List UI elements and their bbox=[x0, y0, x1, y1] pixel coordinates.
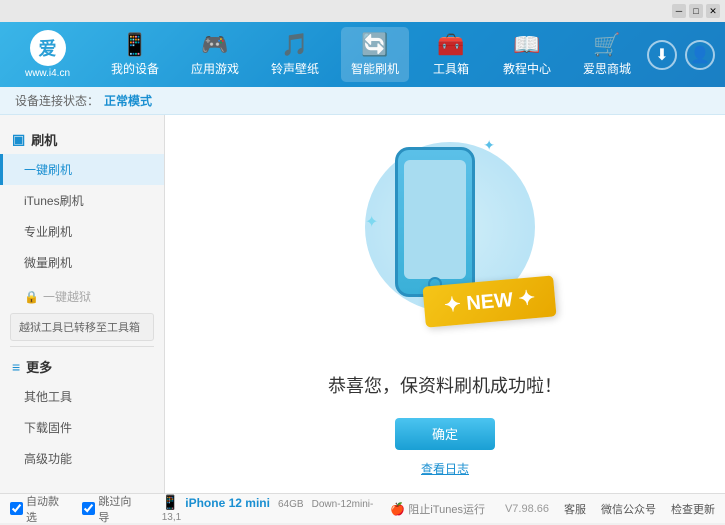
nav-store-icon: 🛒 bbox=[593, 32, 620, 58]
nav-apps-icon: 🎮 bbox=[201, 32, 228, 58]
sidebar-item-firmware[interactable]: 下载固件 bbox=[0, 412, 164, 443]
nav-tutorials-label: 教程中心 bbox=[503, 60, 551, 77]
confirm-button[interactable]: 确定 bbox=[395, 418, 495, 450]
nav-toolbox-icon: 🧰 bbox=[437, 32, 464, 58]
support-link[interactable]: 客服 bbox=[564, 501, 586, 517]
sparkle-2: ✦ bbox=[483, 137, 495, 154]
close-button[interactable]: ✕ bbox=[706, 4, 720, 18]
bottom-right: V7.98.66 客服 微信公众号 检查更新 bbox=[505, 501, 715, 517]
checkupdate-link[interactable]: 检查更新 bbox=[671, 501, 715, 517]
view-log-link[interactable]: 查看日志 bbox=[421, 460, 469, 477]
sidebar-section-flash: ▣ 刷机 一键刷机 iTunes刷机 专业刷机 微量刷机 bbox=[0, 125, 164, 278]
phone-body-wrapper bbox=[395, 147, 475, 297]
itunes-icon: 🍎 bbox=[390, 502, 405, 516]
status-value: 正常模式 bbox=[104, 92, 152, 109]
status-label: 设备连接状态： bbox=[15, 92, 99, 109]
logo-url: www.i4.cn bbox=[25, 68, 70, 79]
auto-select-checkbox[interactable]: 自动款选 bbox=[10, 493, 69, 525]
phone-screen bbox=[404, 160, 466, 279]
nav-ringtone-label: 铃声壁纸 bbox=[271, 60, 319, 77]
more-section-icon: ≡ bbox=[12, 359, 20, 375]
device-info: 📱 iPhone 12 mini 64GB Down-12mini-13,1 bbox=[162, 494, 391, 523]
sidebar-divider bbox=[10, 346, 154, 347]
skip-wizard-label: 跳过向导 bbox=[98, 493, 141, 525]
sidebar-header-flash: ▣ 刷机 bbox=[0, 125, 164, 154]
nav-smartflash-icon: 🔄 bbox=[361, 32, 388, 58]
version-text: V7.98.66 bbox=[505, 503, 549, 515]
nav-toolbox-label: 工具箱 bbox=[433, 60, 469, 77]
sidebar-header-more: ≡ 更多 bbox=[0, 352, 164, 381]
nav-smartflash[interactable]: 🔄 智能刷机 bbox=[341, 27, 409, 82]
phone-illustration: ✦ ✦ ✦ NEW bbox=[345, 132, 545, 352]
nav-apps[interactable]: 🎮 应用游戏 bbox=[181, 27, 249, 82]
bottom-left: 自动款选 跳过向导 📱 iPhone 12 mini 64GB Down-12m… bbox=[10, 493, 390, 525]
jailbreak-notice: 越狱工具已转移至工具箱 bbox=[10, 313, 154, 341]
nav-store[interactable]: 🛒 爱思商城 bbox=[573, 27, 641, 82]
logo-icon: 爱 bbox=[30, 30, 66, 66]
logo-area: 爱 www.i4.cn bbox=[10, 30, 85, 79]
navbar: 爱 www.i4.cn 📱 我的设备 🎮 应用游戏 🎵 铃声壁纸 🔄 智能刷机 … bbox=[0, 22, 725, 87]
sidebar-item-itunes[interactable]: iTunes刷机 bbox=[0, 185, 164, 216]
nav-right: ⬇ 👤 bbox=[647, 40, 715, 70]
sidebar-item-pro[interactable]: 专业刷机 bbox=[0, 216, 164, 247]
device-name: iPhone 12 mini bbox=[185, 496, 270, 510]
nav-ringtone[interactable]: 🎵 铃声壁纸 bbox=[261, 27, 329, 82]
itunes-status-label: 阻止iTunes运行 bbox=[408, 501, 485, 517]
sidebar-header-jailbreak: 🔒 一键越狱 bbox=[0, 283, 164, 310]
nav-mydevice-icon: 📱 bbox=[121, 32, 148, 58]
status-bar: 设备连接状态： 正常模式 bbox=[0, 87, 725, 115]
title-bar: ─ □ ✕ bbox=[0, 0, 725, 22]
sidebar-item-onekey[interactable]: 一键刷机 bbox=[0, 154, 164, 185]
nav-toolbox[interactable]: 🧰 工具箱 bbox=[421, 27, 481, 82]
jailbreak-label: 一键越狱 bbox=[43, 288, 91, 305]
sidebar-section-more: ≡ 更多 其他工具 下载固件 高级功能 bbox=[0, 352, 164, 474]
wechat-link[interactable]: 微信公众号 bbox=[601, 501, 656, 517]
lock-icon: 🔒 bbox=[24, 290, 39, 304]
sidebar-item-advanced[interactable]: 高级功能 bbox=[0, 443, 164, 474]
nav-ringtone-icon: 🎵 bbox=[281, 32, 308, 58]
nav-apps-label: 应用游戏 bbox=[191, 60, 239, 77]
main-area: ▣ 刷机 一键刷机 iTunes刷机 专业刷机 微量刷机 🔒 一键越狱 bbox=[0, 115, 725, 493]
nav-tutorials[interactable]: 📖 教程中心 bbox=[493, 27, 561, 82]
nav-smartflash-label: 智能刷机 bbox=[351, 60, 399, 77]
content-area: ✦ ✦ ✦ NEW 恭喜您，保资料刷机成功啦！ 确定 查看日志 bbox=[165, 115, 725, 493]
device-icon: 📱 bbox=[162, 494, 179, 510]
nav-mydevice[interactable]: 📱 我的设备 bbox=[101, 27, 169, 82]
more-section-label: 更多 bbox=[26, 357, 52, 376]
phone-body bbox=[395, 147, 475, 297]
sidebar-item-save[interactable]: 微量刷机 bbox=[0, 247, 164, 278]
flash-section-icon: ▣ bbox=[12, 131, 25, 148]
auto-select-label: 自动款选 bbox=[26, 493, 69, 525]
nav-mydevice-label: 我的设备 bbox=[111, 60, 159, 77]
itunes-status: 🍎 阻止iTunes运行 bbox=[390, 501, 485, 517]
flash-section-label: 刷机 bbox=[31, 130, 57, 149]
sidebar-item-othertools[interactable]: 其他工具 bbox=[0, 381, 164, 412]
account-button[interactable]: 👤 bbox=[685, 40, 715, 70]
success-text: 恭喜您，保资料刷机成功啦！ bbox=[328, 372, 562, 398]
sidebar-section-jailbreak: 🔒 一键越狱 越狱工具已转移至工具箱 bbox=[0, 283, 164, 341]
nav-tutorials-icon: 📖 bbox=[513, 32, 540, 58]
device-storage: 64GB bbox=[278, 499, 304, 510]
skip-wizard-checkbox[interactable]: 跳过向导 bbox=[82, 493, 141, 525]
maximize-button[interactable]: □ bbox=[689, 4, 703, 18]
bottom-bar: 自动款选 跳过向导 📱 iPhone 12 mini 64GB Down-12m… bbox=[0, 493, 725, 523]
sparkle-3: ✦ bbox=[365, 212, 378, 232]
minimize-button[interactable]: ─ bbox=[672, 4, 686, 18]
nav-store-label: 爱思商城 bbox=[583, 60, 631, 77]
auto-select-input[interactable] bbox=[10, 502, 23, 515]
skip-wizard-input[interactable] bbox=[82, 502, 95, 515]
nav-items: 📱 我的设备 🎮 应用游戏 🎵 铃声壁纸 🔄 智能刷机 🧰 工具箱 📖 教程中心… bbox=[95, 27, 647, 82]
sidebar: ▣ 刷机 一键刷机 iTunes刷机 专业刷机 微量刷机 🔒 一键越狱 bbox=[0, 115, 165, 493]
download-button[interactable]: ⬇ bbox=[647, 40, 677, 70]
